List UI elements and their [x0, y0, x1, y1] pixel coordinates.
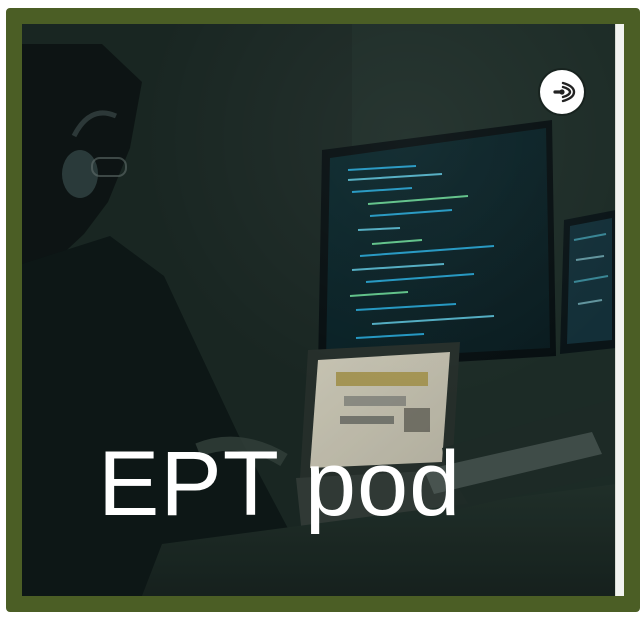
podcast-icon	[540, 70, 584, 114]
podcast-title: EPT pod	[98, 433, 462, 535]
podcast-cover-artwork: EPT pod	[22, 24, 616, 596]
podcast-cover-frame: EPT pod	[6, 8, 640, 612]
right-edge-strip	[616, 24, 624, 596]
